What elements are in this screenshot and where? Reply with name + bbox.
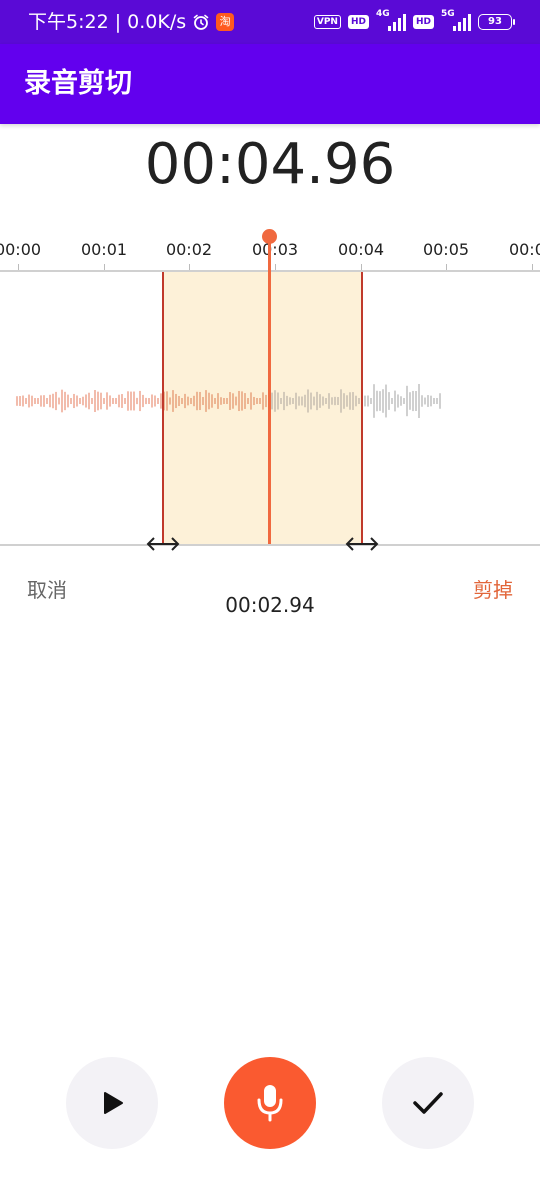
app-bar: 录音剪切 — [0, 44, 540, 124]
selection-start-border — [162, 272, 164, 544]
ruler-label-1: 00:01 — [80, 240, 128, 259]
confirm-button[interactable] — [382, 1057, 474, 1149]
battery-icon: 93 — [478, 14, 515, 30]
playhead-knob[interactable] — [262, 229, 277, 244]
status-left: 下午5:22 | 0.0K/s 淘 — [28, 10, 235, 34]
waveform-bottom-line — [0, 544, 540, 546]
ruler-label-5: 00:05 — [422, 240, 470, 259]
ruler-label-6: 00:06 — [508, 240, 540, 259]
selection-start-handle[interactable] — [145, 534, 181, 554]
status-bar: 下午5:22 | 0.0K/s 淘 VPN HD 4G HD 5G 93 — [0, 0, 540, 44]
page-title: 录音剪切 — [24, 68, 132, 99]
signal-5g-icon: 5G — [441, 9, 471, 31]
selection-end-handle[interactable] — [344, 534, 380, 554]
microphone-icon — [257, 1085, 283, 1122]
alarm-clock-icon — [192, 13, 210, 31]
play-icon — [104, 1092, 123, 1114]
playhead-line[interactable] — [268, 242, 271, 544]
ruler-label-3: 00:03 — [251, 240, 299, 259]
current-time-display: 00:04.96 — [144, 132, 396, 197]
taobao-app-icon: 淘 — [216, 13, 235, 31]
double-arrow-icon — [345, 537, 379, 551]
network-type-5g: 5G — [441, 9, 455, 19]
status-right: VPN HD 4G HD 5G 93 — [313, 9, 515, 32]
play-button[interactable] — [66, 1057, 158, 1149]
ruler-label-0: 00:00 — [0, 240, 42, 259]
selection-duration: 00:02.94 — [225, 593, 315, 617]
selection-end-border — [361, 272, 363, 544]
checkmark-icon — [413, 1092, 443, 1114]
vpn-badge: VPN — [313, 15, 341, 29]
ruler-label-4: 00:04 — [337, 240, 385, 259]
hd-badge-1: HD — [347, 15, 369, 29]
status-time-speed: 下午5:22 | 0.0K/s — [28, 11, 187, 33]
cut-button[interactable]: 剪掉 — [473, 576, 513, 604]
signal-4g-icon: 4G — [376, 9, 406, 31]
network-type-4g: 4G — [375, 9, 390, 19]
record-button[interactable] — [224, 1057, 316, 1149]
ruler-label-2: 00:02 — [165, 240, 213, 259]
double-arrow-icon — [146, 537, 180, 551]
hd-badge-2: HD — [412, 15, 434, 29]
